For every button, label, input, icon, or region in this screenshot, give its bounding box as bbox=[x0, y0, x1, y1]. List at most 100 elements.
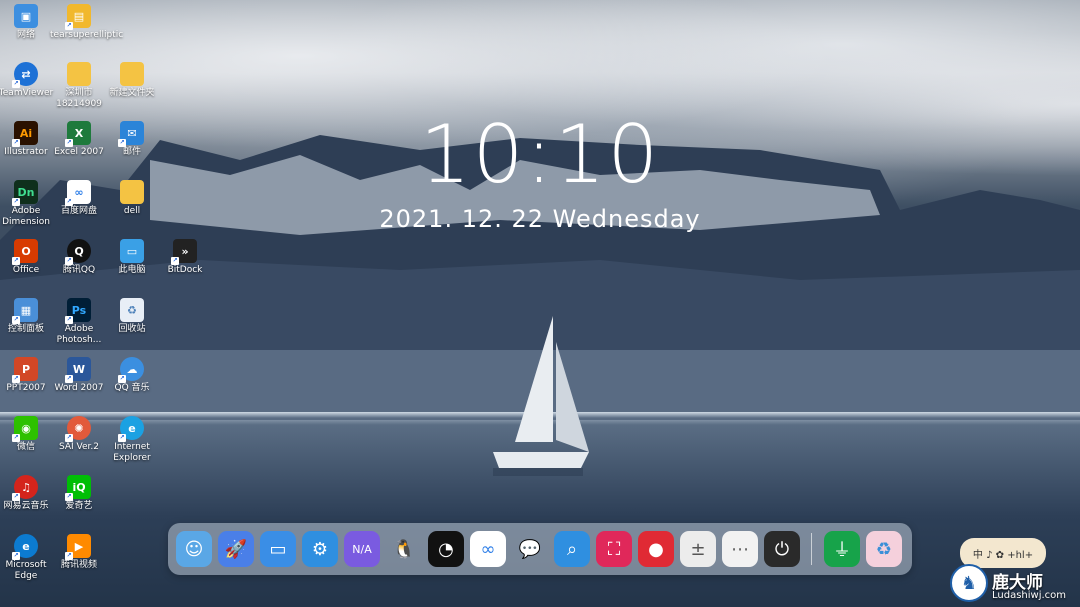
control-panel-icon: ↗ ▦ bbox=[12, 298, 38, 324]
sailboat bbox=[493, 316, 589, 476]
baidu-netdisk-icon: ↗ ∞ bbox=[65, 180, 91, 206]
deer-logo-icon: ♞ bbox=[950, 564, 988, 602]
wechat-icon: ↗ ◉ bbox=[12, 416, 38, 442]
desktop-icon-label: Internet Explorer bbox=[113, 442, 151, 463]
desktop-icon-iqiyi[interactable]: ↗ iQ 爱奇艺 bbox=[50, 475, 108, 512]
desktop-icon-label: SAI Ver.2 bbox=[58, 442, 99, 452]
settings-gear-icon[interactable]: ⚙ bbox=[302, 531, 338, 567]
desktop-icon-illustrator[interactable]: ↗ Ai Illustrator bbox=[0, 121, 55, 158]
tencent-video-icon: ↗ ▶ bbox=[65, 534, 91, 560]
desktop-icon-mail[interactable]: ↗ ✉ 邮件 bbox=[103, 121, 161, 158]
desktop-icon-label: 邮件 bbox=[122, 147, 141, 157]
recycle-bin-icon[interactable]: ♻ bbox=[866, 531, 902, 567]
desktop-icon-label: 腾讯视频 bbox=[60, 560, 97, 570]
desktop-icon-label: Illustrator bbox=[4, 147, 48, 157]
desktop-icon-label: 网络 bbox=[16, 30, 35, 40]
desktop-icon-label: 控制面板 bbox=[7, 324, 44, 334]
sai-icon: ↗ ✺ bbox=[65, 416, 91, 442]
rocket-launcher-icon[interactable]: 🚀 bbox=[218, 531, 254, 567]
desktop-icon-new-folder[interactable]: 新建文件夹 bbox=[103, 62, 161, 99]
illustrator-icon: ↗ Ai bbox=[12, 121, 38, 147]
desktop-icon-label: 微信 bbox=[16, 442, 35, 452]
desktop-icon-label: 新建文件夹 bbox=[109, 88, 155, 98]
desktop-icon-label: BitDock bbox=[167, 265, 203, 275]
desktop-icon-netease-music[interactable]: ↗ ♫ 网易云音乐 bbox=[0, 475, 55, 512]
desktop-wallpaper bbox=[0, 0, 1080, 607]
desktop-icon-label: Office bbox=[12, 265, 40, 275]
app-store-icon[interactable]: ▭ bbox=[260, 531, 296, 567]
power-icon[interactable]: ⏻ bbox=[764, 531, 800, 567]
desktop-icon-internet-explorer[interactable]: ↗ e Internet Explorer bbox=[103, 416, 161, 464]
clock-time: 10:10 bbox=[419, 108, 661, 201]
dock-separator bbox=[811, 533, 812, 565]
bitdock-icon: ↗» bbox=[171, 239, 197, 265]
desktop-icon-word[interactable]: ↗ W Word 2007 bbox=[50, 357, 108, 394]
netease-music-icon: ↗ ♫ bbox=[12, 475, 38, 501]
usb-drive-icon[interactable]: ⏚ bbox=[824, 531, 860, 567]
teamviewer-icon: ↗ ⇄ bbox=[12, 62, 38, 88]
wechat-icon[interactable]: 💬 bbox=[512, 531, 548, 567]
desktop-icon-recycle-bin[interactable]: ♻ 回收站 bbox=[103, 298, 161, 335]
desktop-icon-teamviewer[interactable]: ↗ ⇄ TeamViewer bbox=[0, 62, 55, 99]
word-icon: ↗ W bbox=[65, 357, 91, 383]
iqiyi-icon: ↗ iQ bbox=[65, 475, 91, 501]
desktop-icon-label: 此电脑 bbox=[118, 265, 146, 275]
search-icon[interactable]: ⌕ bbox=[554, 531, 590, 567]
desktop-icon-app-folder[interactable]: ↗ ▤ tearsuperelliptic bbox=[50, 4, 124, 41]
desktop-icon-label: TeamViewer bbox=[0, 88, 54, 98]
folder-app-icon: ↗ ▤ bbox=[65, 4, 91, 30]
desktop-icon-label: 爱奇艺 bbox=[65, 501, 93, 511]
desktop-icon-label: tearsuperelliptic bbox=[50, 30, 124, 40]
desktop-icon-label: Excel 2007 bbox=[54, 147, 104, 157]
desktop-icon-tencent-video[interactable]: ↗ ▶ 腾讯视频 bbox=[50, 534, 108, 571]
recycle-bin-icon: ♻ bbox=[120, 298, 144, 322]
desktop-icon-network[interactable]: ▣ 网络 bbox=[0, 4, 55, 41]
desktop-icon-label: 网易云音乐 bbox=[3, 501, 49, 511]
desktop-icon-powerpoint[interactable]: ↗ P PPT2007 bbox=[0, 357, 55, 394]
screenshot-crop-icon[interactable]: ⛶ bbox=[596, 531, 632, 567]
desktop-icon-label: PPT2007 bbox=[6, 383, 46, 393]
screen-record-icon[interactable]: ● bbox=[638, 531, 674, 567]
desktop-icon-office[interactable]: ↗ O Office bbox=[0, 239, 55, 276]
folder-icon bbox=[120, 180, 144, 204]
desktop-icon-qq-music[interactable]: ↗ ☁ QQ 音乐 bbox=[103, 357, 161, 394]
pacman-icon[interactable]: ◔ bbox=[428, 531, 464, 567]
edge-icon: ↗ e bbox=[12, 534, 38, 560]
desktop-icon-label: Word 2007 bbox=[54, 383, 104, 393]
desktop-icon-excel[interactable]: ↗ X Excel 2007 bbox=[50, 121, 108, 158]
desktop-icon-label: Microsoft Edge bbox=[5, 560, 47, 581]
desktop-icon-bitdock[interactable]: ↗» BitDock bbox=[156, 239, 214, 276]
finder-face-icon[interactable]: ☺ bbox=[176, 531, 212, 567]
desktop-icon-control-panel[interactable]: ↗ ▦ 控制面板 bbox=[0, 298, 55, 335]
qq-penguin-icon[interactable]: 🐧 bbox=[386, 531, 422, 567]
folder-icon bbox=[120, 62, 144, 86]
photoshop-icon: ↗ Ps bbox=[65, 298, 91, 324]
desktop-icon-edge[interactable]: ↗ e Microsoft Edge bbox=[0, 534, 55, 582]
desktop-icon-baidu-netdisk[interactable]: ↗ ∞ 百度网盘 bbox=[50, 180, 108, 217]
desktop-icon-dell-folder[interactable]: dell bbox=[103, 180, 161, 217]
desktop-icon-sai[interactable]: ↗ ✺ SAI Ver.2 bbox=[50, 416, 108, 453]
this-pc-icon: ▭ bbox=[120, 239, 144, 263]
desktop-icon-this-pc[interactable]: ▭ 此电脑 bbox=[103, 239, 161, 276]
desktop-icon-folder-shenzhen[interactable]: 深圳市 18214909 bbox=[50, 62, 108, 110]
desktop-icon-dimension[interactable]: ↗ Dn Adobe Dimension bbox=[0, 180, 55, 228]
excel-icon: ↗ X bbox=[65, 121, 91, 147]
watermark: ♞ 鹿大师 Ludashiwj.com bbox=[950, 560, 1076, 606]
mail-icon: ↗ ✉ bbox=[118, 121, 144, 147]
desktop-icon-qq[interactable]: ↗ Q 腾讯QQ bbox=[50, 239, 108, 276]
dimension-icon: ↗ Dn bbox=[12, 180, 38, 206]
desktop-icon-label: QQ 音乐 bbox=[114, 383, 150, 393]
qq-music-icon: ↗ ☁ bbox=[118, 357, 144, 383]
weather-cloud-icon[interactable]: N/A bbox=[344, 531, 380, 567]
calculator-icon[interactable]: ± bbox=[680, 531, 716, 567]
desktop-icon-label: 深圳市 18214909 bbox=[56, 88, 102, 109]
more-apps-icon[interactable]: ⋯ bbox=[722, 531, 758, 567]
desktop-icon-photoshop[interactable]: ↗ Ps Adobe Photosh... bbox=[50, 298, 108, 346]
office-icon: ↗ O bbox=[12, 239, 38, 265]
desktop-icon-wechat[interactable]: ↗ ◉ 微信 bbox=[0, 416, 55, 453]
clock-date: 2021. 12. 22 Wednesday bbox=[379, 205, 701, 233]
bitdock-bar: ☺ 🚀 ▭ ⚙ N/A 🐧 ◔ ∞ 💬 ⌕ ⛶ ● ± ⋯ ⏻ ⏚ ♻ bbox=[168, 523, 912, 575]
baidu-netdisk-icon[interactable]: ∞ bbox=[470, 531, 506, 567]
desktop-icon-label: Adobe Dimension bbox=[2, 206, 50, 227]
qq-icon: ↗ Q bbox=[65, 239, 91, 265]
